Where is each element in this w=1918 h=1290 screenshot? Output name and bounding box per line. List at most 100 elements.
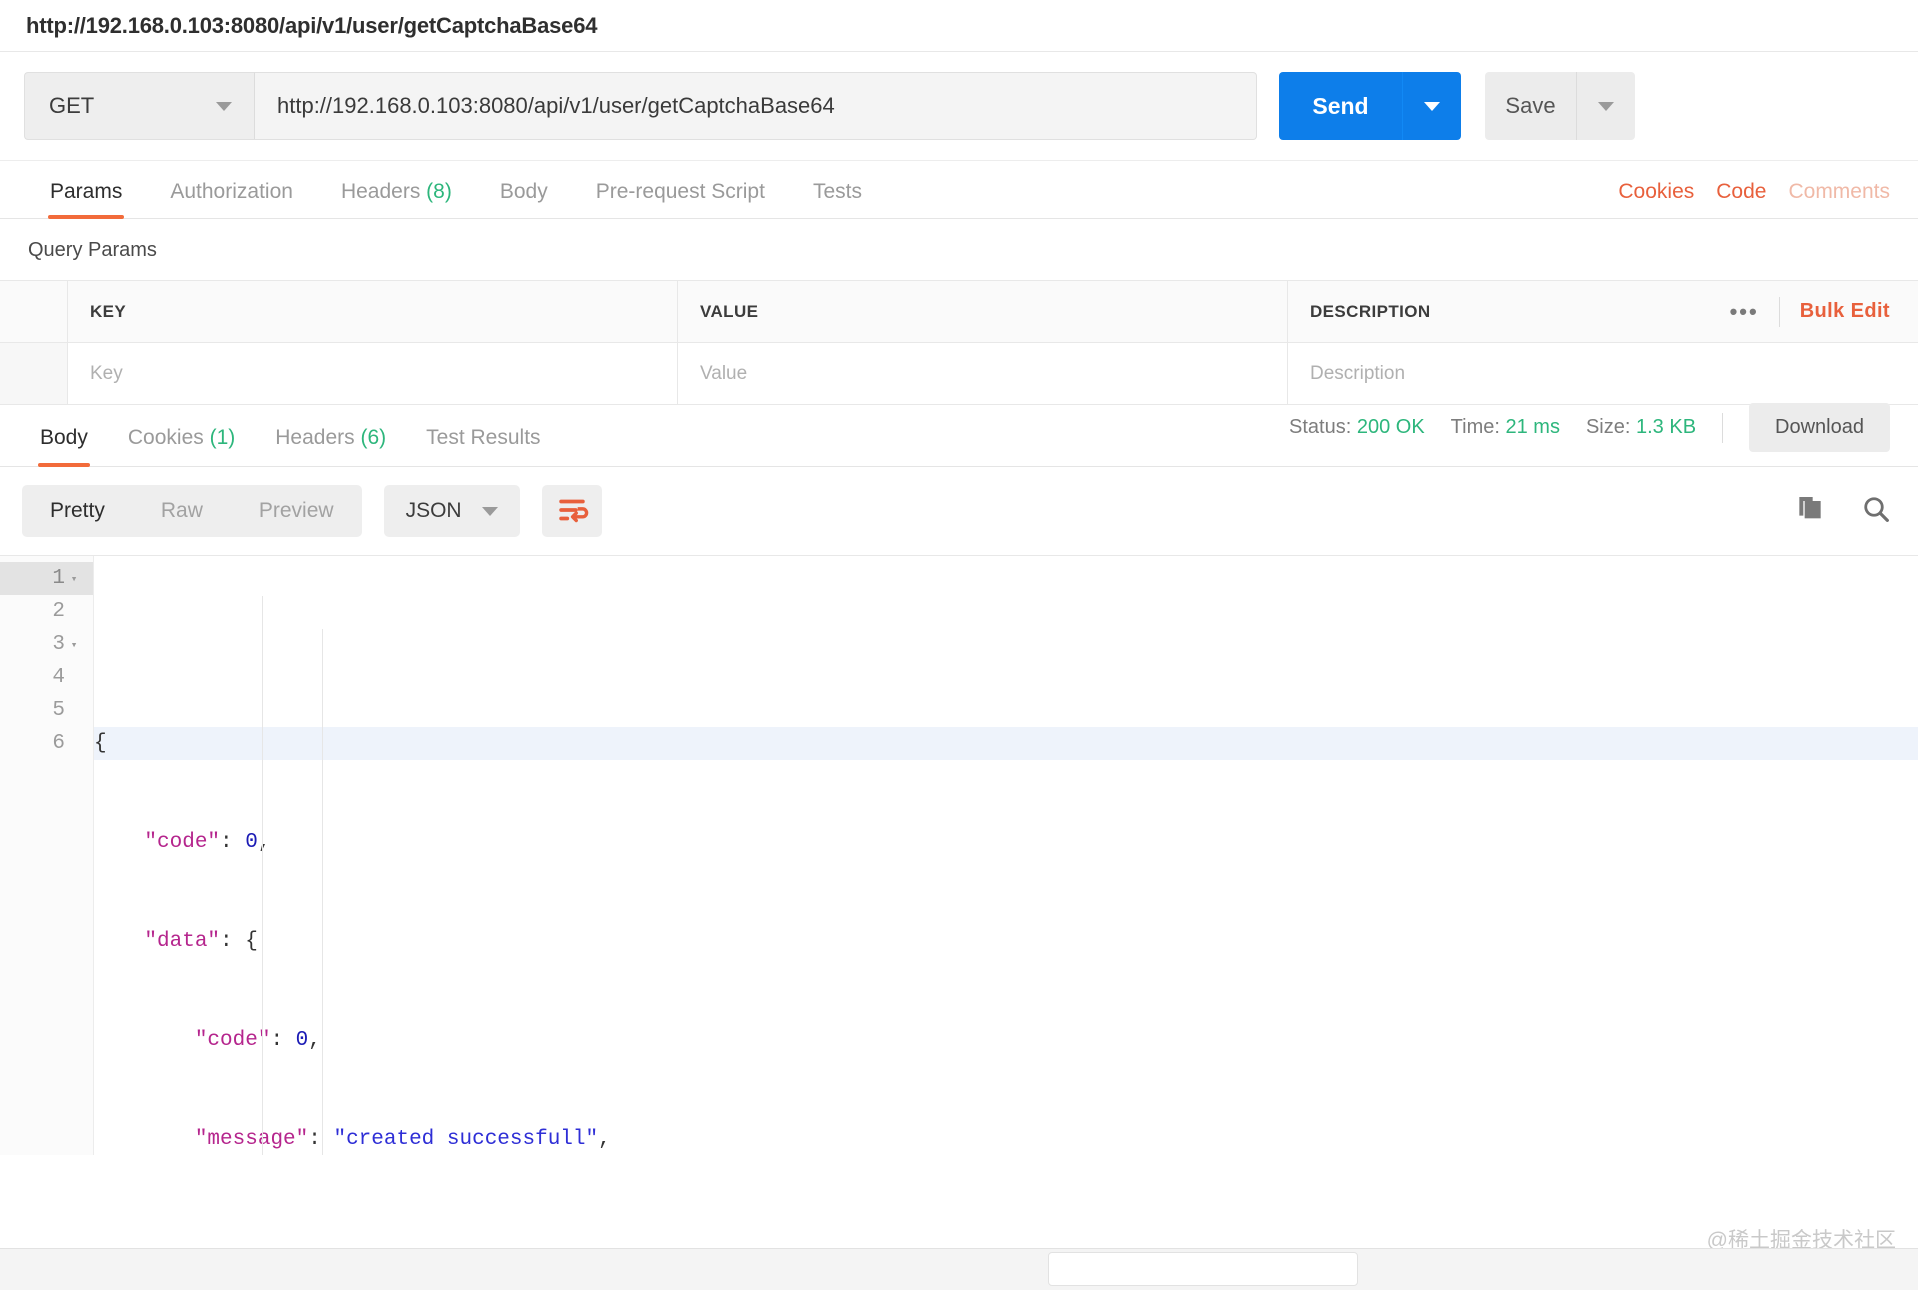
line-number: 6 (0, 727, 93, 760)
indent-guide (322, 629, 323, 1155)
tab-label: Authorization (170, 180, 293, 203)
chevron-down-icon (482, 507, 498, 516)
line-number-text: 3 (52, 633, 65, 656)
column-header-value: VALUE (678, 281, 1288, 342)
code-line: "code": 0, (94, 826, 1918, 859)
tab-label: Body (500, 180, 548, 203)
tab-body[interactable]: Body (476, 180, 572, 218)
line-number-text: 5 (52, 699, 65, 722)
bottom-bar-control[interactable] (1048, 1252, 1358, 1286)
tab-label: Body (40, 426, 88, 449)
table-row: Key Value Description (0, 343, 1918, 405)
format-label: JSON (406, 499, 462, 523)
fold-toggle-icon[interactable]: ▾ (65, 638, 83, 652)
line-number-text: 1 (52, 567, 65, 590)
tab-count: (1) (210, 426, 236, 449)
cookies-link[interactable]: Cookies (1618, 180, 1694, 204)
view-pretty-button[interactable]: Pretty (22, 485, 133, 537)
tab-headers[interactable]: Headers (8) (317, 180, 476, 218)
send-options-button[interactable] (1403, 72, 1461, 140)
view-mode-group: Pretty Raw Preview (22, 485, 362, 537)
page-title: http://192.168.0.103:8080/api/v1/user/ge… (26, 13, 597, 39)
request-tabs-actions: Cookies Code Comments (1618, 180, 1918, 218)
response-tabs: Body Cookies (1) Headers (6) Test Result… (0, 405, 1918, 467)
format-select[interactable]: JSON (384, 485, 520, 537)
save-button-group: Save (1485, 72, 1635, 140)
json-code-content[interactable]: { "code": 0, "data": { "code": 0, "messa… (94, 556, 1918, 1155)
column-header-description-label: DESCRIPTION (1310, 302, 1431, 322)
divider (1722, 413, 1723, 443)
status-badge: Status: 200 OK (1289, 416, 1425, 439)
bulk-edit-button[interactable]: Bulk Edit (1800, 300, 1890, 323)
row-checkbox-cell[interactable] (0, 343, 68, 404)
key-input[interactable]: Key (68, 343, 678, 404)
response-tab-test-results[interactable]: Test Results (406, 426, 560, 466)
response-tab-cookies[interactable]: Cookies (1) (108, 426, 255, 466)
comments-link[interactable]: Comments (1788, 180, 1890, 204)
tab-authorization[interactable]: Authorization (146, 180, 317, 218)
indent-guide (262, 596, 263, 1155)
tab-label: Headers (275, 426, 354, 449)
download-button[interactable]: Download (1749, 403, 1890, 452)
response-tab-body[interactable]: Body (20, 426, 108, 466)
response-meta: Status: 200 OK Time: 21 ms Size: 1.3 KB … (1289, 403, 1918, 466)
more-options-icon[interactable]: ••• (1730, 299, 1759, 325)
save-options-button[interactable] (1577, 72, 1635, 140)
code-link[interactable]: Code (1716, 180, 1766, 204)
word-wrap-button[interactable] (542, 485, 602, 537)
tab-count: (6) (361, 426, 387, 449)
select-all-checkbox-cell[interactable] (0, 281, 68, 342)
send-button[interactable]: Send (1279, 72, 1403, 140)
view-preview-button[interactable]: Preview (231, 485, 362, 537)
description-input[interactable]: Description (1288, 343, 1918, 404)
code-line: "message": "created successfull", (94, 1123, 1918, 1155)
size-value: 1.3 KB (1636, 416, 1696, 438)
tab-label: Test Results (426, 426, 540, 449)
time-label: Time: (1451, 416, 1500, 438)
tab-label: Params (50, 180, 122, 203)
tab-label: Pre-request Script (596, 180, 765, 203)
divider (1779, 297, 1780, 327)
column-header-description: DESCRIPTION ••• Bulk Edit (1288, 281, 1918, 342)
word-wrap-icon (555, 494, 589, 528)
http-method-select[interactable]: GET (24, 72, 254, 140)
time-value: 21 ms (1506, 416, 1560, 438)
line-number: 1 ▾ (0, 562, 93, 595)
json-value-inner-code: 0 (296, 1029, 309, 1052)
line-number-text: 2 (52, 600, 65, 623)
size-badge: Size: 1.3 KB (1586, 416, 1696, 439)
tab-params[interactable]: Params (26, 180, 146, 218)
line-number: 5 (0, 694, 93, 727)
body-toolbar-actions (1794, 493, 1892, 530)
json-brace-open: { (94, 732, 107, 755)
http-method-label: GET (49, 93, 94, 119)
response-body-viewer[interactable]: 1 ▾ 2 3 ▾ 4 5 6 7 8 (0, 555, 1918, 1155)
response-tab-headers[interactable]: Headers (6) (255, 426, 406, 466)
save-button[interactable]: Save (1485, 72, 1577, 140)
fold-toggle-icon[interactable]: ▾ (65, 572, 83, 586)
copy-icon (1794, 493, 1826, 525)
tab-count: (8) (426, 180, 452, 203)
json-key-code: "code" (144, 831, 220, 854)
size-label: Size: (1586, 416, 1630, 438)
tab-label: Headers (341, 180, 420, 203)
value-input[interactable]: Value (678, 343, 1288, 404)
line-number: 4 (0, 661, 93, 694)
tab-pre-request-script[interactable]: Pre-request Script (572, 180, 789, 218)
url-input[interactable]: http://192.168.0.103:8080/api/v1/user/ge… (254, 72, 1257, 140)
column-header-key: KEY (68, 281, 678, 342)
tab-tests[interactable]: Tests (789, 180, 886, 218)
line-number-text: 6 (52, 732, 65, 755)
copy-button[interactable] (1794, 493, 1826, 530)
json-value-code: 0 (245, 831, 258, 854)
url-bar: GET http://192.168.0.103:8080/api/v1/use… (0, 52, 1918, 161)
line-number: 2 (0, 595, 93, 628)
request-title-bar: http://192.168.0.103:8080/api/v1/user/ge… (0, 0, 1918, 52)
table-header-row: KEY VALUE DESCRIPTION ••• Bulk Edit (0, 281, 1918, 343)
view-raw-button[interactable]: Raw (133, 485, 231, 537)
json-value-message: "created successfull" (333, 1128, 598, 1151)
code-line: "data": { (94, 925, 1918, 958)
json-key-message: "message" (195, 1128, 308, 1151)
search-button[interactable] (1860, 493, 1892, 530)
status-value: 200 OK (1357, 416, 1425, 438)
